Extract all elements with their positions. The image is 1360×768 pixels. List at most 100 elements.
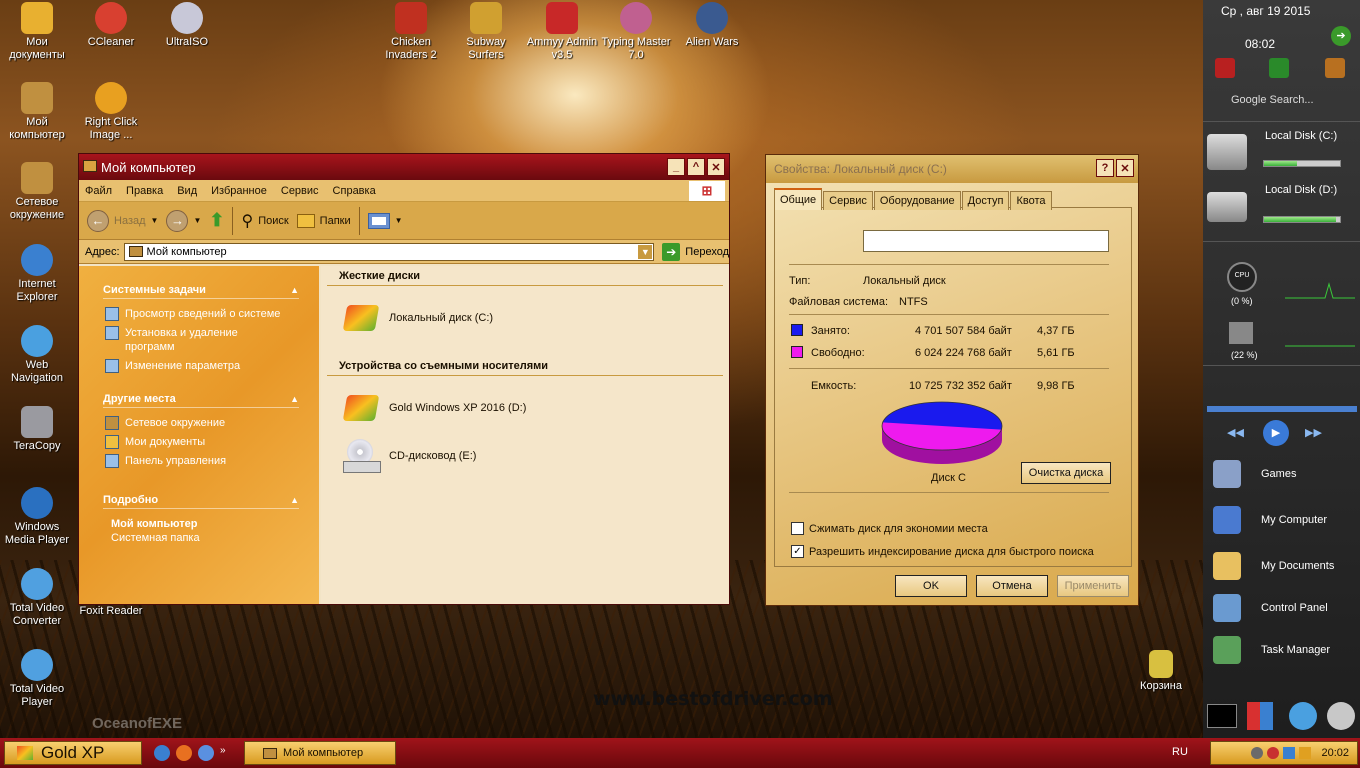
place-network[interactable]: Сетевое окружение bbox=[105, 416, 285, 430]
desktop-icon-video-converter[interactable]: Total Video Converter bbox=[0, 568, 74, 628]
ok-button[interactable]: OK bbox=[895, 575, 967, 597]
google-search-field[interactable]: Google Search... bbox=[1231, 94, 1314, 106]
menu-edit[interactable]: Правка bbox=[126, 185, 163, 197]
up-button[interactable]: ⬆ bbox=[209, 210, 224, 231]
sidebar-link-games[interactable]: Games bbox=[1213, 460, 1353, 488]
address-field[interactable]: Мой компьютер ▼ bbox=[123, 242, 655, 261]
next-arrow-icon[interactable]: ➔ bbox=[1331, 26, 1351, 46]
desktop-icon-right-click[interactable]: Right Click Image ... bbox=[74, 82, 148, 142]
task-view-system-info[interactable]: Просмотр сведений о системе bbox=[105, 307, 285, 321]
security-shield-icon[interactable] bbox=[1247, 702, 1273, 730]
play-button-icon[interactable]: ▶ bbox=[1263, 420, 1289, 446]
desktop-icon-subway-surfers[interactable]: Subway Surfers bbox=[449, 2, 523, 62]
desktop-icon-typing-master[interactable]: Typing Master 7.0 bbox=[599, 2, 673, 62]
menu-file[interactable]: Файл bbox=[85, 185, 112, 197]
menu-view[interactable]: Вид bbox=[177, 185, 197, 197]
power-icon[interactable] bbox=[1215, 58, 1235, 78]
desktop-icon-alien-wars[interactable]: Alien Wars bbox=[675, 2, 749, 49]
explorer-titlebar[interactable]: Мой компьютер _ ^ ✕ bbox=[79, 154, 729, 180]
menu-favorites[interactable]: Избранное bbox=[211, 185, 267, 197]
taskbar-app-my-computer[interactable]: Мой компьютер bbox=[244, 741, 396, 765]
properties-titlebar[interactable]: Свойства: Локальный диск (C:) ? ✕ bbox=[766, 155, 1138, 183]
task-add-remove-programs[interactable]: Установка и удаление программ bbox=[105, 326, 285, 354]
desktop-icon-web-navigation[interactable]: Web Navigation bbox=[0, 325, 74, 385]
ie-icon[interactable] bbox=[154, 745, 170, 761]
media-player-icon[interactable] bbox=[198, 745, 214, 761]
sidebar-link-my-computer[interactable]: My Computer bbox=[1213, 506, 1353, 534]
firefox-icon[interactable] bbox=[176, 745, 192, 761]
tray-icon[interactable] bbox=[1283, 747, 1296, 759]
quick-launch-more[interactable]: » bbox=[220, 745, 226, 761]
fast-forward-icon[interactable]: ▶▶ bbox=[1305, 426, 1322, 439]
go-button[interactable]: ➔ Переход bbox=[658, 242, 729, 261]
back-button[interactable]: ← Назад ▼ bbox=[87, 209, 159, 232]
volume-name-input[interactable] bbox=[863, 230, 1109, 252]
search-button[interactable]: ⚲ Поиск bbox=[241, 211, 288, 231]
cancel-button[interactable]: Отмена bbox=[976, 575, 1048, 597]
views-button[interactable]: ▼ bbox=[367, 212, 403, 229]
desktop-icon-media-player[interactable]: Windows Media Player bbox=[0, 487, 74, 547]
folders-button[interactable]: Папки bbox=[296, 213, 351, 228]
desktop-icon-my-computer[interactable]: Мой компьютер bbox=[0, 82, 74, 142]
disk-cleanup-button[interactable]: Очистка диска bbox=[1021, 462, 1111, 484]
sidebar-link-my-documents[interactable]: My Documents bbox=[1213, 552, 1353, 580]
desktop-icon-ccleaner[interactable]: CCleaner bbox=[74, 2, 148, 49]
rewind-icon[interactable]: ◀◀ bbox=[1227, 426, 1244, 439]
system-tasks-header[interactable]: Системные задачи ▲ bbox=[103, 284, 299, 299]
menu-tools[interactable]: Сервис bbox=[281, 185, 319, 197]
desktop-icon-teracopy[interactable]: TeraCopy bbox=[0, 406, 74, 453]
tray-icon[interactable] bbox=[1299, 747, 1312, 759]
details-header[interactable]: Подробно ▲ bbox=[103, 494, 299, 509]
minimize-button[interactable]: _ bbox=[667, 158, 685, 176]
desktop-icon-ammyy[interactable]: Ammyy Admin v3.5 bbox=[525, 2, 599, 62]
drive-e[interactable]: CD-дисковод (E:) bbox=[321, 432, 729, 480]
speaker-icon[interactable] bbox=[1327, 702, 1355, 730]
desktop-icon-ultraiso[interactable]: UltraISO bbox=[150, 2, 224, 49]
apply-button[interactable]: Применить bbox=[1057, 575, 1129, 597]
help-button[interactable]: ? bbox=[1096, 159, 1114, 177]
sidebar-link-control-panel[interactable]: Control Panel bbox=[1213, 594, 1353, 622]
task-change-setting[interactable]: Изменение параметра bbox=[105, 359, 285, 373]
cmd-icon[interactable] bbox=[1207, 704, 1237, 728]
other-places-header[interactable]: Другие места ▲ bbox=[103, 393, 299, 408]
drive-c[interactable]: Локальный диск (C:) bbox=[321, 294, 729, 342]
menu-help[interactable]: Справка bbox=[333, 185, 376, 197]
forward-button[interactable]: → ▼ bbox=[166, 209, 201, 232]
tab-hardware[interactable]: Оборудование bbox=[873, 191, 961, 210]
tray-icon[interactable] bbox=[1267, 747, 1280, 759]
collapse-chevron-icon[interactable]: ▲ bbox=[290, 394, 299, 404]
index-checkbox[interactable]: ✓ bbox=[791, 545, 804, 558]
desktop-icon-chicken-invaders[interactable]: Chicken Invaders 2 bbox=[374, 2, 448, 62]
tray-icon[interactable] bbox=[1251, 747, 1264, 759]
desktop-icon-internet-explorer[interactable]: Internet Explorer bbox=[0, 244, 74, 304]
tab-quota[interactable]: Квота bbox=[1010, 191, 1052, 210]
desktop-icon-recycle-bin[interactable]: Корзина bbox=[1124, 650, 1198, 693]
collapse-chevron-icon[interactable]: ▲ bbox=[290, 285, 299, 295]
sidebar-link-task-manager[interactable]: Task Manager bbox=[1213, 636, 1353, 664]
close-button[interactable]: ✕ bbox=[707, 158, 725, 176]
desktop-icon-network[interactable]: Сетевое окружение bbox=[0, 162, 74, 222]
desktop-icon-foxit[interactable]: Foxit Reader bbox=[74, 605, 148, 618]
tab-sharing[interactable]: Доступ bbox=[961, 191, 1010, 210]
tray-clock[interactable]: 20:02 bbox=[1321, 747, 1349, 759]
start-button[interactable]: Gold XP bbox=[4, 741, 142, 765]
compress-checkbox[interactable] bbox=[791, 522, 804, 535]
logoff-icon[interactable] bbox=[1325, 58, 1345, 78]
dropdown-arrow-icon[interactable]: ▼ bbox=[151, 216, 159, 225]
place-control-panel[interactable]: Панель управления bbox=[105, 454, 285, 468]
dropdown-arrow-icon[interactable]: ▼ bbox=[193, 216, 201, 225]
collapse-chevron-icon[interactable]: ▲ bbox=[290, 495, 299, 505]
media-progress[interactable] bbox=[1207, 406, 1357, 412]
close-button[interactable]: ✕ bbox=[1116, 159, 1134, 177]
restart-icon[interactable] bbox=[1269, 58, 1289, 78]
place-my-documents[interactable]: Мои документы bbox=[105, 435, 285, 449]
drive-d[interactable]: Gold Windows XP 2016 (D:) bbox=[321, 384, 729, 432]
maximize-button[interactable]: ^ bbox=[687, 158, 705, 176]
network-globe-icon[interactable] bbox=[1289, 702, 1317, 730]
desktop-icon-my-documents[interactable]: Мои документы bbox=[0, 2, 74, 62]
desktop-icon-video-player[interactable]: Total Video Player bbox=[0, 649, 74, 709]
address-dropdown-button[interactable]: ▼ bbox=[638, 244, 653, 259]
tab-general[interactable]: Общие bbox=[774, 188, 823, 210]
tab-tools[interactable]: Сервис bbox=[823, 191, 873, 210]
language-indicator[interactable]: RU bbox=[1172, 746, 1188, 758]
